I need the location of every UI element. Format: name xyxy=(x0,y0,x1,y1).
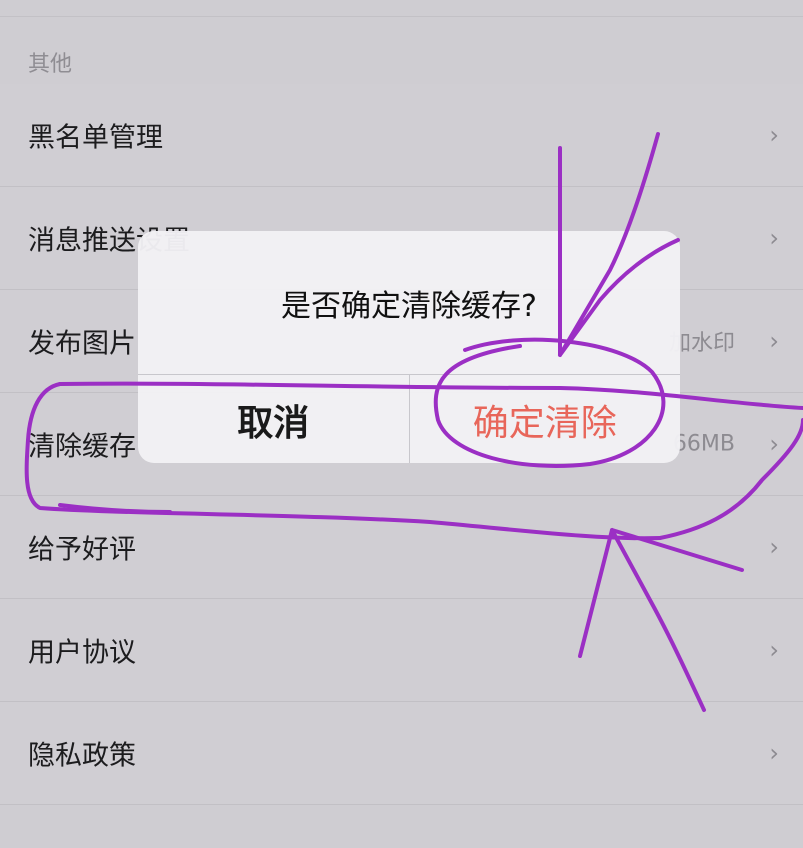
row-label: 黑名单管理 xyxy=(28,122,163,154)
row-blacklist[interactable]: 黑名单管理 › xyxy=(0,84,803,187)
chevron-right-icon: › xyxy=(769,739,779,767)
row-value: 66MB xyxy=(672,431,735,457)
row-label: 给予好评 xyxy=(28,534,136,566)
chevron-right-icon: › xyxy=(769,224,779,252)
chevron-right-icon: › xyxy=(769,430,779,458)
chevron-right-icon: › xyxy=(769,327,779,355)
section-header: 其他 xyxy=(28,52,73,77)
dialog-buttons: 取消 确定清除 xyxy=(138,374,680,463)
row-label: 用户协议 xyxy=(28,637,136,669)
row-label: 发布图片 xyxy=(28,328,136,360)
chevron-right-icon: › xyxy=(769,636,779,664)
row-user-agreement[interactable]: 用户协议 › xyxy=(0,599,803,702)
clear-cache-dialog: 是否确定清除缓存? 取消 确定清除 xyxy=(138,231,680,463)
top-strip xyxy=(0,0,803,17)
row-privacy-policy[interactable]: 隐私政策 › xyxy=(0,702,803,805)
row-rate-us[interactable]: 给予好评 › xyxy=(0,496,803,599)
settings-page: 其他 黑名单管理 › 消息推送设置 › 发布图片 加水印 › 清除缓存 66MB… xyxy=(0,0,803,848)
chevron-right-icon: › xyxy=(769,533,779,561)
cancel-button[interactable]: 取消 xyxy=(138,375,410,463)
confirm-clear-button[interactable]: 确定清除 xyxy=(410,375,681,463)
chevron-right-icon: › xyxy=(769,121,779,149)
dialog-title: 是否确定清除缓存? xyxy=(281,288,537,324)
row-label: 隐私政策 xyxy=(28,740,136,772)
row-label: 清除缓存 xyxy=(28,431,136,463)
